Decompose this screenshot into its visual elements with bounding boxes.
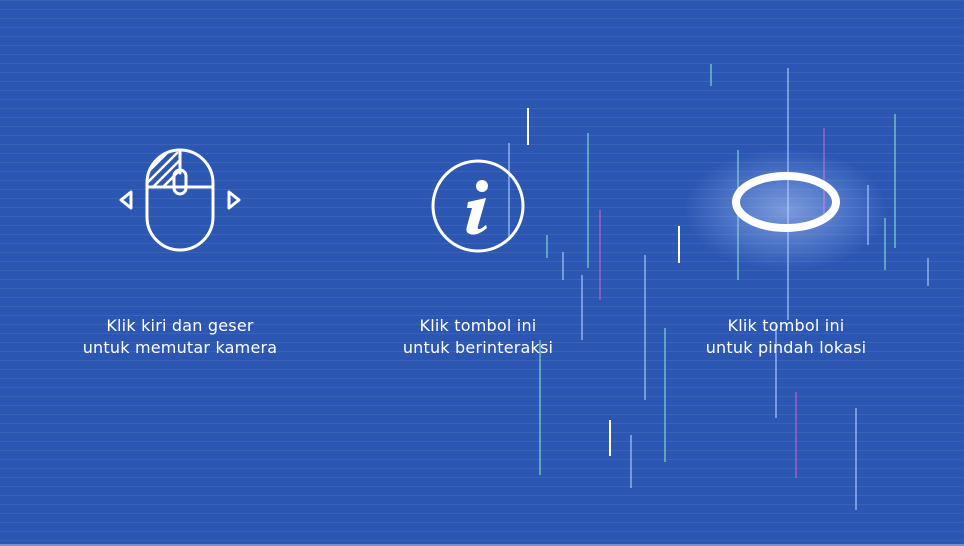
tile-caption: Klik kiri dan geser untuk memutar kamera — [40, 315, 320, 359]
caption-line-2: untuk memutar kamera — [82, 338, 278, 357]
info-icon[interactable] — [430, 158, 526, 254]
tile-teleport: Klik tombol ini untuk pindah lokasi — [646, 140, 926, 360]
tile-interact: Klik tombol ini untuk berinteraksi — [338, 140, 618, 360]
teleport-ring-icon[interactable] — [728, 170, 844, 234]
mouse-drag-icon — [119, 148, 241, 252]
tile-rotate-camera: Klik kiri dan geser untuk memutar kamera — [40, 140, 320, 360]
tile-caption: Klik tombol ini untuk pindah lokasi — [646, 315, 926, 359]
caption-line-2: untuk pindah lokasi — [705, 338, 867, 357]
tile-caption: Klik tombol ini untuk berinteraksi — [338, 315, 618, 359]
caption-line-1: Klik tombol ini — [727, 316, 845, 335]
caption-line-2: untuk berinteraksi — [402, 338, 554, 357]
caption-line-1: Klik kiri dan geser — [106, 316, 254, 335]
caption-line-1: Klik tombol ini — [419, 316, 537, 335]
